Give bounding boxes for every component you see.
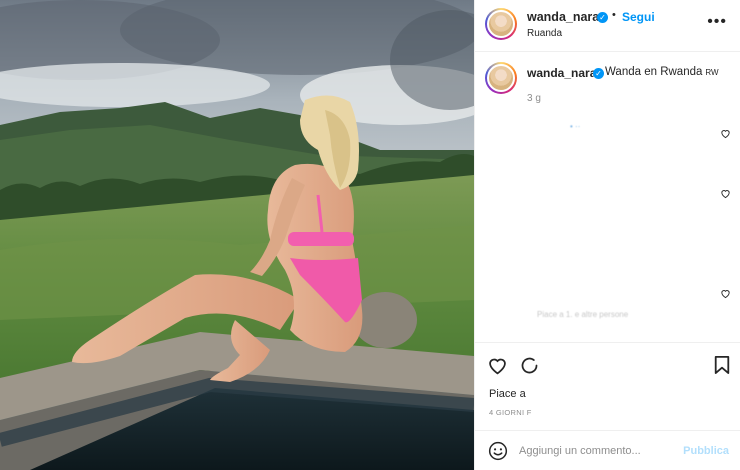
comment-like-icon[interactable] [720,128,731,139]
save-bookmark-icon[interactable] [713,355,731,375]
caption-text: Wanda en Rwanda RW [605,66,719,78]
like-heart-icon[interactable] [487,355,508,376]
follow-button[interactable]: Segui [622,10,655,24]
likes-summary[interactable]: Piace a [489,388,526,400]
comment-bubble-icon[interactable] [519,355,540,376]
separator-dot: • [612,9,616,21]
post-photo[interactable] [0,0,474,470]
blurred-comment-line: Piace a 1. e altre persone [537,310,629,319]
verified-badge-icon: ✓ [597,12,608,23]
more-options-icon[interactable]: ••• [707,14,727,30]
post-header: wanda_nara ✓ • Segui Ruanda ••• [475,0,740,52]
caption-time: 3 g [527,93,541,104]
caption-author-avatar[interactable] [485,62,517,94]
emoji-icon[interactable] [488,441,508,461]
action-bar [475,342,740,387]
caption-section: wanda_nara ✓ Wanda en Rwanda RW 3 g • ·· … [475,52,740,342]
photo-scene [0,0,474,470]
publish-button[interactable]: Pubblica [683,445,729,457]
caption-text-value: Wanda en Rwanda [605,66,703,78]
flag-text: RW [705,68,719,77]
add-comment-bar: Pubblica [475,430,740,470]
caption-username[interactable]: wanda_nara [527,66,596,80]
instagram-post: wanda_nara ✓ • Segui Ruanda ••• wanda_na… [0,0,740,470]
comment-input[interactable] [519,442,669,460]
author-avatar[interactable] [485,8,517,40]
comment-loading-dots: • ·· [570,122,581,131]
post-date: 4 GIORNI F [489,408,532,417]
location-label[interactable]: Ruanda [527,28,562,39]
caption-verified-badge-icon: ✓ [593,68,604,79]
post-details-panel: wanda_nara ✓ • Segui Ruanda ••• wanda_na… [474,0,740,470]
comment-like-icon[interactable] [720,288,731,299]
author-username[interactable]: wanda_nara [527,10,599,24]
comment-like-icon[interactable] [720,188,731,199]
